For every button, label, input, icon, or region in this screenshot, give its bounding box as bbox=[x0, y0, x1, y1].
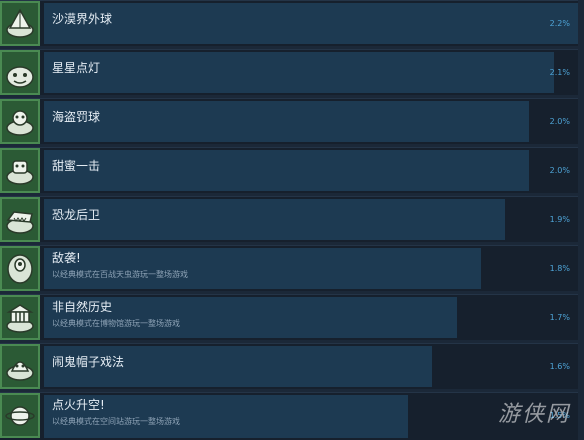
achievement-description: 以经典模式在空间站游玩一整场游戏 bbox=[52, 417, 180, 426]
pirate-penalty-icon bbox=[0, 99, 40, 144]
desert-ball-icon bbox=[0, 1, 40, 46]
planet-liftoff-icon bbox=[0, 393, 40, 438]
achievement-description: 以经典模式在百战天虫游玩一整场游戏 bbox=[52, 270, 188, 279]
watermark-logo: 游侠网 bbox=[497, 402, 570, 427]
achievement-percent: 2.0% bbox=[549, 117, 570, 126]
achievement-description: 以经典模式在博物馆游玩一整场游戏 bbox=[52, 319, 180, 328]
dinosaur-fullback-icon bbox=[0, 197, 40, 242]
alien-attack-icon bbox=[0, 246, 40, 291]
museum-history-icon bbox=[0, 295, 40, 340]
achievement-title: 沙漠界外球 bbox=[52, 12, 113, 26]
sweet-hit-icon bbox=[0, 148, 40, 193]
achievement-progress-bar bbox=[44, 101, 529, 142]
achievement-row[interactable]: 沙漠界外球 2.2% bbox=[0, 0, 578, 46]
achievement-percent: 2.0% bbox=[549, 166, 570, 175]
achievement-row[interactable]: 点火升空! 以经典模式在空间站游玩一整场游戏 1.5% bbox=[0, 392, 578, 440]
achievement-title: 敌袭! bbox=[52, 251, 81, 265]
achievement-row[interactable]: 星星点灯 2.1% bbox=[0, 49, 578, 95]
achievement-percent: 2.1% bbox=[549, 68, 570, 77]
achievement-progress-bar bbox=[44, 199, 505, 240]
achievement-title: 甜蜜一击 bbox=[52, 159, 101, 173]
achievement-row[interactable]: 甜蜜一击 2.0% bbox=[0, 147, 578, 193]
achievement-progress-bar bbox=[44, 52, 554, 93]
achievement-percent: 1.6% bbox=[549, 362, 570, 371]
achievement-list: 沙漠界外球 2.2% 星星点灯 2.1% 海盗罚球 2.0% 甜蜜一击 2.0%… bbox=[0, 0, 584, 440]
achievement-percent: 1.7% bbox=[549, 313, 570, 322]
achievement-title: 星星点灯 bbox=[52, 61, 101, 75]
achievement-title: 海盗罚球 bbox=[52, 110, 101, 124]
achievement-percent: 1.8% bbox=[549, 264, 570, 273]
achievement-percent: 2.2% bbox=[549, 19, 570, 28]
achievement-percent: 1.9% bbox=[549, 215, 570, 224]
achievement-title: 非自然历史 bbox=[52, 300, 113, 314]
achievement-title: 恐龙后卫 bbox=[52, 208, 101, 222]
achievement-row[interactable]: 非自然历史 以经典模式在博物馆游玩一整场游戏 1.7% bbox=[0, 294, 578, 340]
achievement-row[interactable]: 恐龙后卫 1.9% bbox=[0, 196, 578, 242]
achievement-progress-bar bbox=[44, 150, 529, 191]
achievement-row[interactable]: 海盗罚球 2.0% bbox=[0, 98, 578, 144]
achievement-title: 闹鬼帽子戏法 bbox=[52, 355, 125, 369]
achievement-row[interactable]: 敌袭! 以经典模式在百战天虫游玩一整场游戏 1.8% bbox=[0, 245, 578, 291]
achievement-progress-bar bbox=[44, 3, 578, 44]
achievement-title: 点火升空! bbox=[52, 398, 105, 412]
achievement-row[interactable]: 闹鬼帽子戏法 1.6% bbox=[0, 343, 578, 389]
star-light-icon bbox=[0, 50, 40, 95]
haunted-hat-icon bbox=[0, 344, 40, 389]
